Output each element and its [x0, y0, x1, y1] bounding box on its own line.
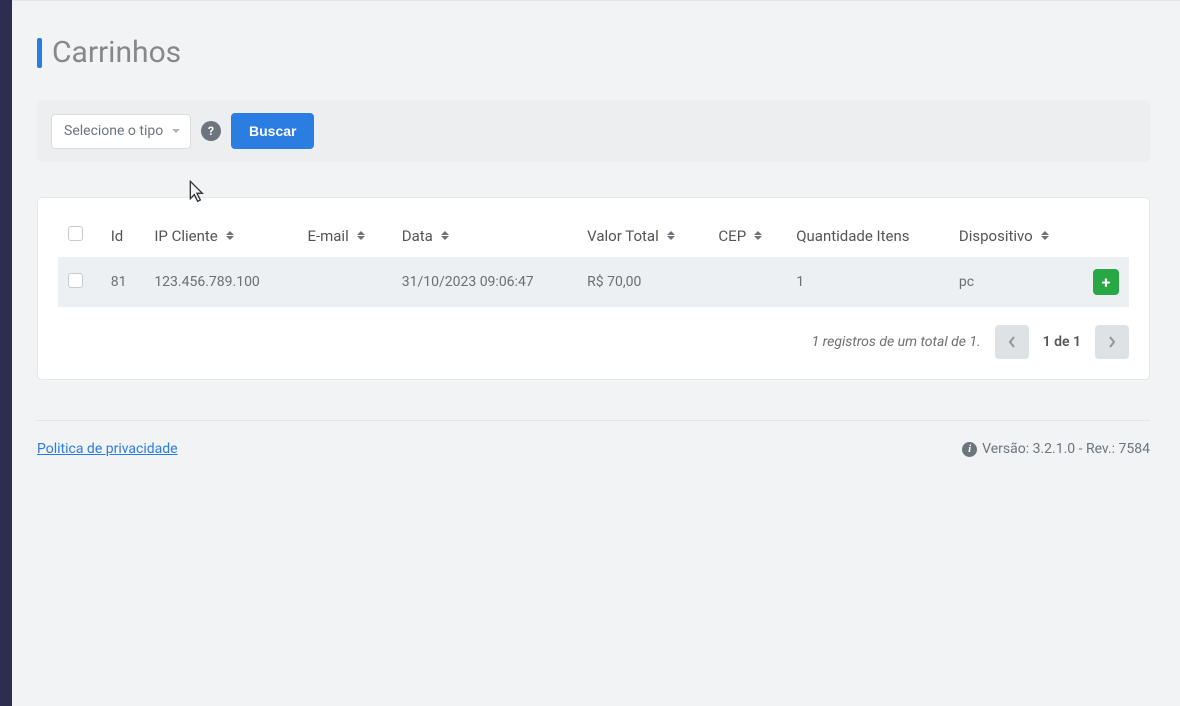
top-divider [12, 0, 1180, 1]
sidebar-strip [0, 0, 12, 706]
cell-id: 81 [101, 257, 145, 307]
cell-quantidade-itens: 1 [786, 257, 949, 307]
sort-icon [1041, 231, 1049, 240]
cell-dispositivo: pc [949, 257, 1083, 307]
table-card: Id IP Cliente E-mail Data Valor Total CE… [37, 197, 1150, 380]
cell-cep [708, 257, 786, 307]
cell-email [297, 257, 391, 307]
prev-page-button[interactable] [995, 325, 1029, 359]
cell-valor-total: R$ 70,00 [577, 257, 708, 307]
col-dispositivo[interactable]: Dispositivo [949, 218, 1083, 257]
privacy-policy-link[interactable]: Politica de privacidade [37, 441, 178, 457]
col-quantidade-itens[interactable]: Quantidade Itens [786, 218, 949, 257]
expand-row-button[interactable]: + [1093, 269, 1119, 295]
chevron-left-icon [1008, 336, 1016, 348]
col-id[interactable]: Id [101, 218, 145, 257]
search-button[interactable]: Buscar [231, 113, 314, 149]
type-select[interactable]: Selecione o tipo [51, 114, 191, 149]
col-valor-total[interactable]: Valor Total [577, 218, 708, 257]
row-checkbox[interactable] [68, 273, 83, 288]
help-icon[interactable]: ? [201, 121, 221, 141]
filter-bar: Selecione o tipo ? Buscar [37, 100, 1150, 162]
page-indicator: 1 de 1 [1043, 334, 1081, 350]
col-ip-cliente[interactable]: IP Cliente [144, 218, 297, 257]
next-page-button[interactable] [1095, 325, 1129, 359]
info-icon: i [962, 442, 977, 457]
sort-icon [754, 231, 762, 240]
col-actions [1083, 218, 1129, 257]
col-email[interactable]: E-mail [297, 218, 391, 257]
cell-data: 31/10/2023 09:06:47 [392, 257, 577, 307]
chevron-right-icon [1108, 336, 1116, 348]
sort-icon [357, 231, 365, 240]
title-accent-bar [37, 38, 42, 68]
sort-icon [667, 231, 675, 240]
table-footer: 1 registros de um total de 1. 1 de 1 [58, 325, 1129, 359]
col-data[interactable]: Data [392, 218, 577, 257]
carts-table: Id IP Cliente E-mail Data Valor Total CE… [58, 218, 1129, 307]
page-footer: Politica de privacidade i Versão: 3.2.1.… [37, 420, 1150, 457]
col-checkbox [58, 218, 101, 257]
chevron-down-icon [172, 129, 180, 133]
select-all-checkbox[interactable] [68, 226, 83, 241]
page-title: Carrinhos [52, 35, 181, 70]
sort-icon [226, 231, 234, 240]
col-cep[interactable]: CEP [708, 218, 786, 257]
type-select-label: Selecione o tipo [64, 123, 163, 139]
records-count-text: 1 registros de um total de 1. [812, 334, 981, 350]
page-title-row: Carrinhos [37, 35, 1150, 70]
cell-ip-cliente: 123.456.789.100 [144, 257, 297, 307]
version-info: i Versão: 3.2.1.0 - Rev.: 7584 [962, 441, 1150, 457]
version-text: Versão: 3.2.1.0 - Rev.: 7584 [982, 441, 1150, 457]
table-row: 81 123.456.789.100 31/10/2023 09:06:47 R… [58, 257, 1129, 307]
main-content: Carrinhos Selecione o tipo ? Buscar Id I… [12, 0, 1180, 706]
sort-icon [441, 231, 449, 240]
